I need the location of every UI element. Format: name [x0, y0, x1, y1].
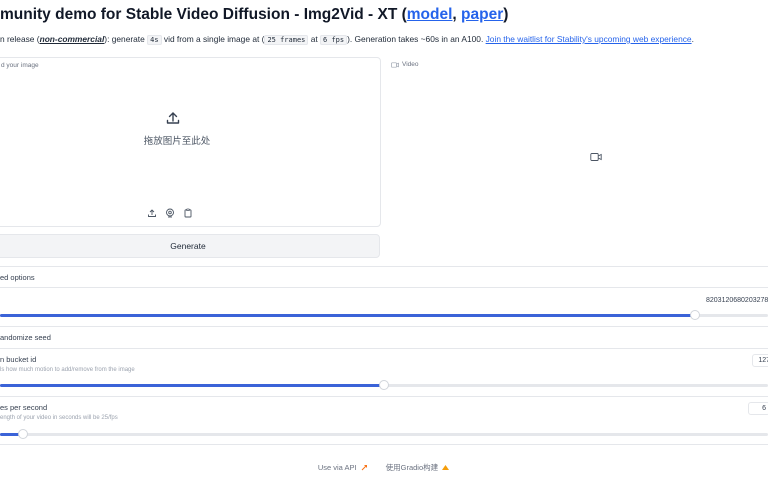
- video-label-icon: [391, 61, 399, 68]
- seed-divider: [0, 326, 768, 327]
- upload-label: d your image: [1, 62, 39, 69]
- motion-bucket-input[interactable]: 127: [752, 354, 768, 367]
- generate-button[interactable]: Generate: [0, 234, 380, 258]
- fps-info: ength of your video in seconds will be 2…: [0, 415, 118, 421]
- built-with-gradio-link[interactable]: 使用Gradio构建: [386, 462, 451, 473]
- gradio-logo-icon: [442, 464, 450, 470]
- page-title: munity demo for Stable Video Diffusion -…: [0, 6, 509, 23]
- description: n release (non-commercial): generate 4s …: [0, 34, 694, 45]
- non-commercial-text: non-commercial: [39, 34, 105, 44]
- code-duration: 4s: [147, 35, 162, 45]
- use-via-api-link[interactable]: Use via API: [318, 462, 368, 473]
- footer: Use via API 使用Gradio构建: [0, 462, 768, 473]
- fps-label: es per second: [0, 403, 48, 412]
- seed-slider-fill: [0, 314, 695, 317]
- upload-icon: [166, 112, 180, 124]
- upload-toolbar: [147, 208, 193, 218]
- randomize-seed-checkbox[interactable]: andomize seed: [0, 333, 51, 342]
- waitlist-link[interactable]: Join the waitlist for Stability's upcomi…: [486, 34, 692, 44]
- rocket-icon: [361, 464, 367, 470]
- video-label: Video: [391, 61, 419, 68]
- seed-value[interactable]: 820312068020327803: [700, 294, 768, 308]
- advanced-divider: [0, 287, 768, 288]
- seed-slider[interactable]: [0, 310, 768, 320]
- motion-bucket-info: ls how much motion to add/remove from th…: [0, 367, 135, 373]
- seed-slider-thumb[interactable]: [690, 310, 700, 320]
- motion-slider-thumb[interactable]: [379, 380, 389, 390]
- video-placeholder-icon: [590, 153, 602, 161]
- upload-file-icon[interactable]: [147, 208, 157, 218]
- randomize-divider: [0, 348, 768, 349]
- video-output-panel: Video: [387, 57, 768, 262]
- motion-bucket-slider[interactable]: [0, 380, 768, 390]
- fps-slider-thumb[interactable]: [18, 429, 28, 439]
- image-upload-panel[interactable]: d your image 拖放图片至此处: [0, 57, 381, 227]
- model-link[interactable]: model: [407, 6, 453, 23]
- fps-slider[interactable]: [0, 429, 768, 439]
- motion-bucket-label: n bucket id: [0, 355, 37, 364]
- drop-text: 拖放图片至此处: [143, 136, 211, 147]
- fps-divider: [0, 444, 768, 445]
- code-fps: 6 fps: [320, 35, 348, 45]
- fps-input[interactable]: 6: [748, 402, 768, 415]
- webcam-icon[interactable]: [165, 208, 175, 218]
- clipboard-icon[interactable]: [183, 208, 193, 218]
- paper-link[interactable]: paper: [461, 6, 503, 23]
- motion-divider: [0, 396, 768, 397]
- code-frames: 25 frames: [264, 35, 309, 45]
- motion-slider-fill: [0, 384, 384, 387]
- advanced-options-toggle[interactable]: ed options: [0, 273, 35, 282]
- section-divider: [0, 266, 768, 267]
